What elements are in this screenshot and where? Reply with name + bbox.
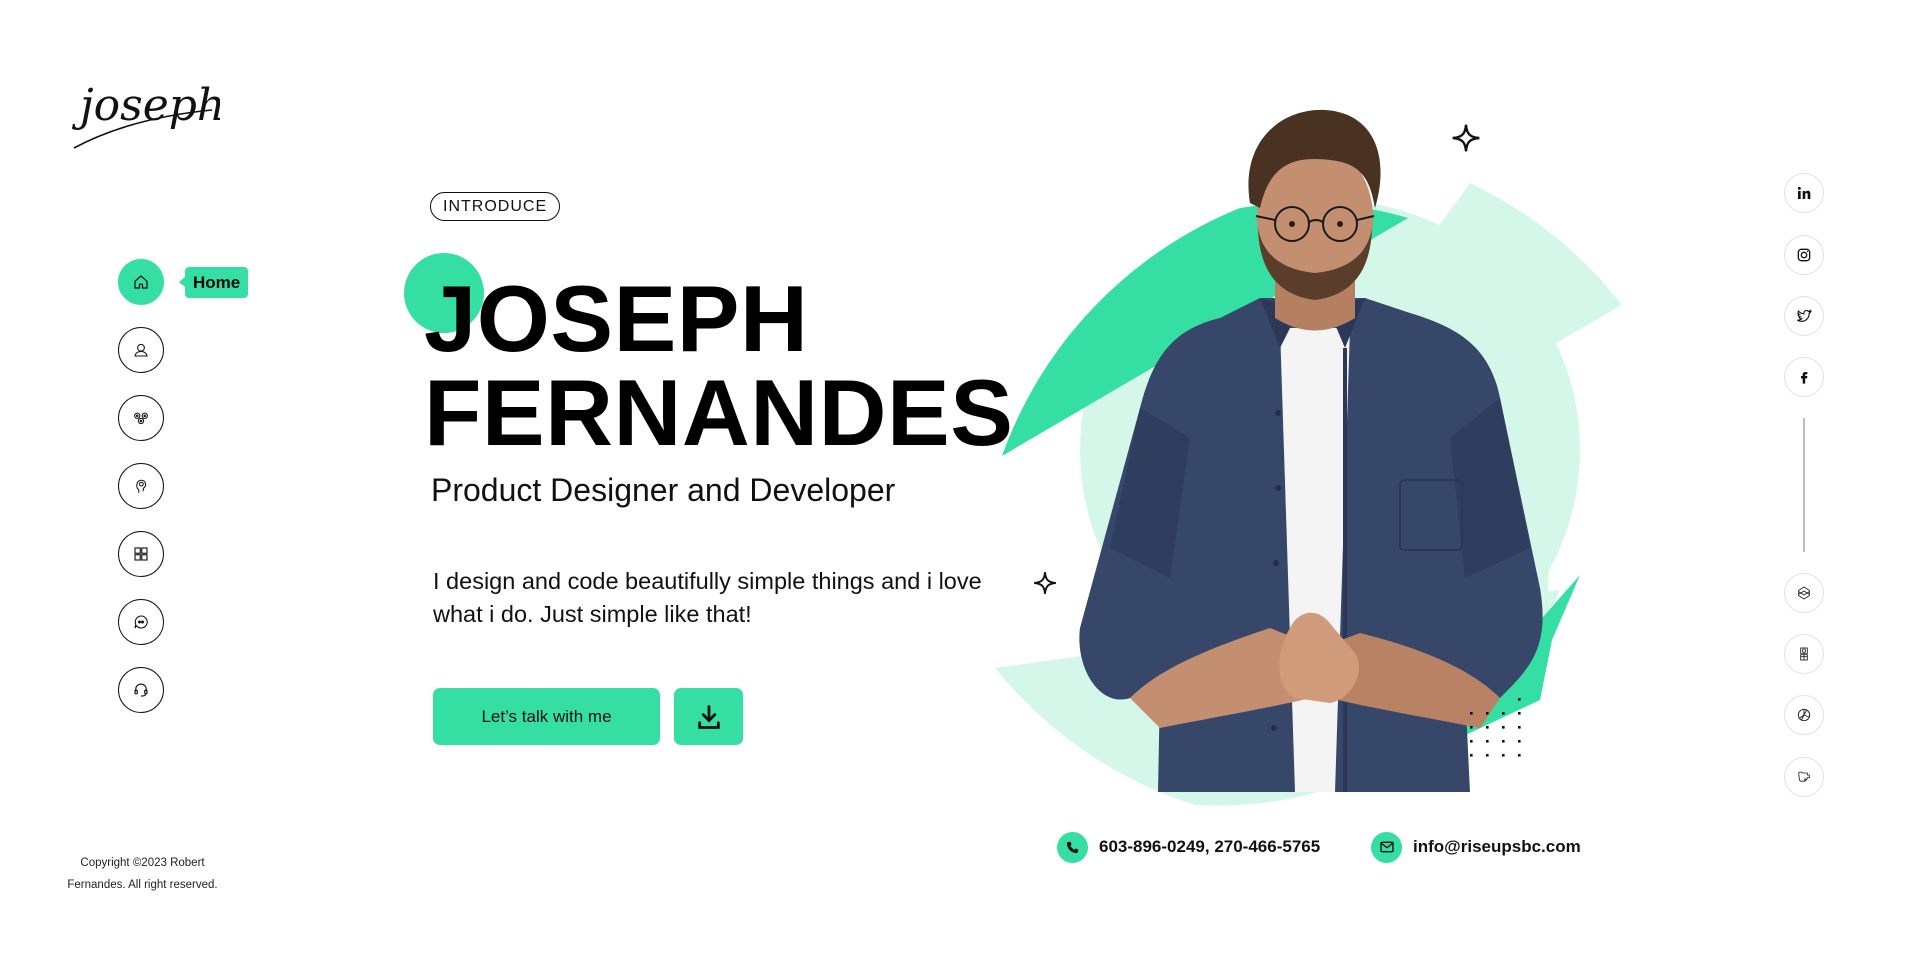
copyright-line-2: Fernandes. All right reserved. xyxy=(67,879,218,891)
dot xyxy=(1502,726,1505,729)
dot xyxy=(1486,712,1489,715)
nav-tooltip: Home xyxy=(178,267,249,298)
phone-numbers: 603-896-0249, 270-466-5765 xyxy=(1099,837,1321,856)
dot xyxy=(1502,740,1505,743)
dot xyxy=(1502,712,1505,715)
social-behance[interactable] xyxy=(1784,634,1824,674)
mail-icon xyxy=(1371,831,1402,863)
phone-icon xyxy=(1057,831,1088,863)
copyright-line-1: Copyright ©2023 Robert xyxy=(80,857,205,869)
talk-with-me-button[interactable]: Let’s talk with me xyxy=(433,688,660,745)
svg-text:joseph: joseph xyxy=(71,80,220,131)
grid-icon xyxy=(134,547,148,561)
social-divider xyxy=(1803,418,1805,552)
nav-item-contact[interactable] xyxy=(118,667,164,713)
contact-email[interactable]: info@riseupsbc.com xyxy=(1371,831,1581,863)
background-shapes xyxy=(995,183,1622,806)
linkedin-icon xyxy=(1797,186,1811,199)
download-icon xyxy=(697,704,720,729)
social-codepen[interactable] xyxy=(1784,573,1824,613)
dot xyxy=(1470,754,1473,757)
nav-item-portfolio[interactable] xyxy=(118,531,164,577)
chat-quote-icon xyxy=(134,615,148,629)
dot xyxy=(1502,754,1505,757)
hero-name: JOSEPH FERNANDES xyxy=(424,272,1013,460)
sparkle-icon xyxy=(1034,572,1056,594)
dot xyxy=(1486,754,1489,757)
social-dribbble[interactable] xyxy=(1784,695,1824,735)
hero-role: Product Designer and Developer xyxy=(431,472,896,508)
nav-item-testimonials[interactable] xyxy=(118,599,164,645)
codepen-icon xyxy=(1798,586,1810,600)
dot xyxy=(1518,712,1521,715)
home-icon xyxy=(134,275,148,289)
hero-bio: I design and code beautifully simple thi… xyxy=(433,568,982,627)
head-idea-icon xyxy=(136,479,147,493)
email-address: info@riseupsbc.com xyxy=(1413,837,1581,856)
last-name: FERNANDES xyxy=(424,360,1014,465)
social-instagram[interactable] xyxy=(1784,235,1824,275)
instagram-icon xyxy=(1797,248,1811,262)
dot xyxy=(1518,740,1521,743)
dot xyxy=(1470,726,1473,729)
dot xyxy=(1470,712,1473,715)
dot xyxy=(1518,754,1521,757)
nav-item-skills[interactable] xyxy=(118,463,164,509)
nav-item-about[interactable] xyxy=(118,327,164,373)
nav-item-services[interactable] xyxy=(118,395,164,441)
copyright: Copyright ©2023 Robert Fernandes. All ri… xyxy=(40,852,245,896)
dribbble-icon xyxy=(1797,708,1811,722)
behance-icon xyxy=(1800,647,1808,661)
dot xyxy=(1518,698,1521,701)
facebook-icon xyxy=(1801,372,1808,384)
first-name: JOSEPH xyxy=(424,266,809,371)
gears-icon xyxy=(134,412,148,425)
social-mug[interactable] xyxy=(1784,757,1824,797)
social-twitter[interactable] xyxy=(1784,296,1824,336)
dot xyxy=(1486,726,1489,729)
social-linkedin[interactable] xyxy=(1784,173,1824,213)
introduce-badge: INTRODUCE xyxy=(430,192,561,221)
dot xyxy=(1470,740,1473,743)
mug-icon xyxy=(1798,771,1810,782)
dot xyxy=(1486,740,1489,743)
social-facebook[interactable] xyxy=(1784,357,1824,397)
twitter-icon xyxy=(1797,309,1812,322)
profile-photo xyxy=(1079,109,1543,792)
user-icon xyxy=(134,343,148,357)
nav-item-home[interactable]: Home xyxy=(118,259,249,305)
dot xyxy=(1518,726,1521,729)
signature-logo[interactable]: joseph xyxy=(70,68,220,158)
download-cv-button[interactable] xyxy=(674,688,743,745)
headset-icon xyxy=(134,683,148,697)
contact-phone[interactable]: 603-896-0249, 270-466-5765 xyxy=(1057,831,1321,863)
dot-grid-decoration xyxy=(1470,698,1521,757)
